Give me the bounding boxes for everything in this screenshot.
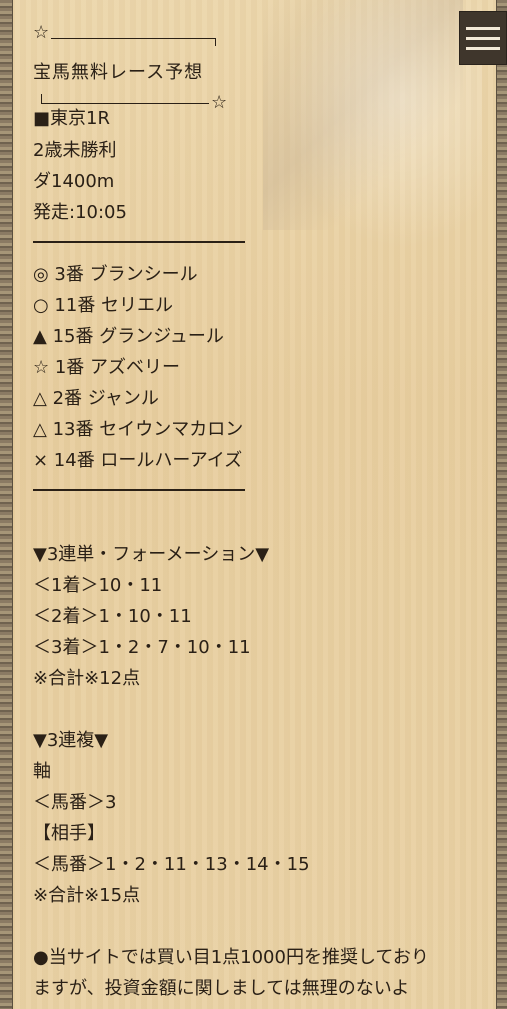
trio-axis: ＜馬番＞3 (33, 792, 117, 813)
star-icon: ☆ (211, 92, 228, 113)
hamburger-icon-bar (466, 36, 500, 40)
race-course: ダ1400m (33, 171, 115, 192)
pick-item: ▲ 15番 グランジュール (33, 326, 224, 347)
right-border-decoration (496, 0, 507, 1009)
pick-item: × 14番 ロールハーアイズ (33, 450, 243, 471)
trifecta-total: ※合計※12点 (33, 668, 141, 689)
divider (33, 489, 245, 491)
pick-item: ☆ 1番 アズベリー (33, 357, 181, 378)
trifecta-first: ＜1着＞10・11 (33, 575, 163, 596)
note-line: ますが、投資金額に関しましては無理のないよ (33, 978, 410, 999)
background-glow (282, 0, 482, 250)
race-class: 2歳未勝利 (33, 140, 117, 161)
trifecta-second: ＜2着＞1・10・11 (33, 606, 192, 627)
trio-partner-label: 【相手】 (33, 823, 105, 844)
page-title: 宝馬無料レース予想 (33, 62, 204, 83)
pick-item: ○ 11番 セリエル (33, 295, 174, 316)
frame-tick (215, 38, 216, 46)
star-icon: ☆ (33, 22, 50, 43)
trifecta-heading: ▼3連単・フォーメーション▼ (33, 544, 270, 565)
hamburger-icon (466, 26, 500, 30)
frame-line (51, 38, 216, 39)
title-frame: ☆ 宝馬無料レース予想 ☆ (33, 14, 233, 112)
pick-item: ◎ 3番 ブランシール (33, 264, 198, 285)
race-start-time: 発走:10:05 (33, 202, 127, 223)
race-venue: ■東京1R (33, 108, 110, 129)
frame-tick (41, 94, 42, 103)
divider (33, 241, 245, 243)
trifecta-third: ＜3着＞1・2・7・10・11 (33, 637, 251, 658)
trio-axis-label: 軸 (33, 761, 51, 782)
pick-item: △ 2番 ジャンル (33, 388, 159, 409)
trio-total: ※合計※15点 (33, 885, 141, 906)
menu-button[interactable] (459, 11, 507, 65)
left-border-decoration (0, 0, 13, 1009)
hamburger-icon-bar (466, 46, 500, 50)
pick-item: △ 13番 セイウンマカロン (33, 419, 244, 440)
trio-heading: ▼3連複▼ (33, 730, 109, 751)
trio-partners: ＜馬番＞1・2・11・13・14・15 (33, 854, 310, 875)
frame-line (41, 103, 209, 104)
note-line: ●当サイトでは買い目1点1000円を推奨しており (33, 947, 429, 968)
